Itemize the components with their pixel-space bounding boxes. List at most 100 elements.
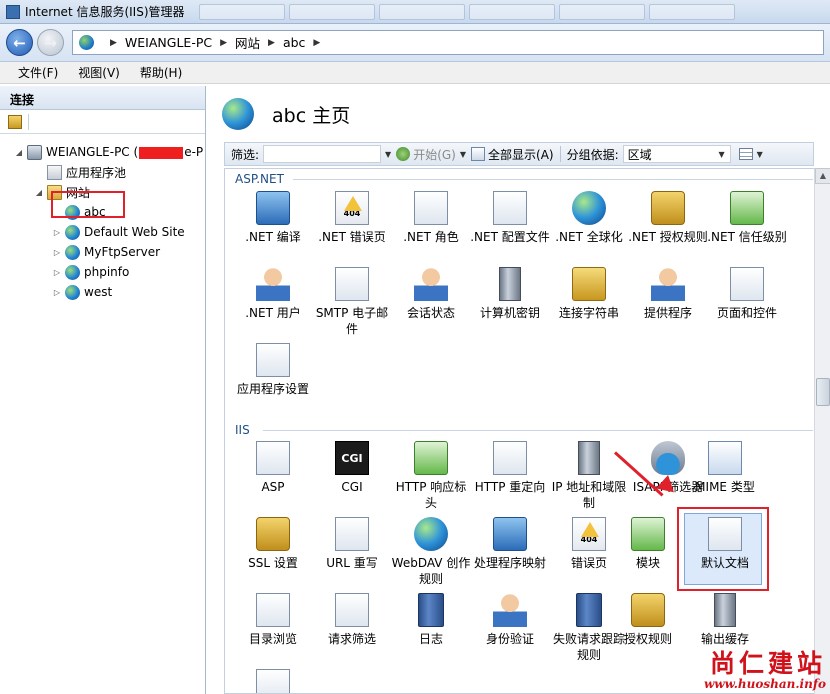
feature-request-filtering[interactable]: 请求筛选 — [312, 593, 392, 647]
watermark: 尚仁建站 www.huoshan.info — [704, 649, 826, 692]
collapse-icon[interactable]: ◢ — [14, 148, 24, 157]
modules-icon — [631, 517, 665, 551]
feature-net-globalization[interactable]: .NET 全球化 — [549, 191, 629, 245]
globalization-globe-icon — [572, 191, 606, 225]
back-button[interactable]: ← — [6, 29, 33, 56]
feature-cgi[interactable]: CGI CGI — [312, 441, 392, 495]
feature-label: .NET 编译 — [245, 230, 301, 244]
failed-request-icon — [576, 593, 602, 627]
feature-connection-strings[interactable]: 连接字符串 — [549, 267, 629, 321]
page-title: abc 主页 — [272, 104, 351, 127]
feature-url-rewrite[interactable]: URL 重写 — [312, 517, 392, 571]
chevron-right-icon[interactable]: ▶ — [268, 38, 275, 48]
feature-handler-mappings[interactable]: 处理程序映射 — [470, 517, 550, 571]
start-button[interactable]: 开始(G) — [413, 146, 456, 163]
forward-button[interactable]: → — [37, 29, 64, 56]
feature-net-profile[interactable]: .NET 配置文件 — [470, 191, 550, 245]
feature-mime-types[interactable]: MIME 类型 — [685, 441, 765, 495]
feature-label: IP 地址和域限制 — [551, 480, 627, 510]
pages-controls-icon — [730, 267, 764, 301]
tree-label-default-web-site: Default Web Site — [84, 225, 185, 239]
show-all-icon — [471, 147, 486, 161]
tree-label-app-pools: 应用程序池 — [66, 165, 127, 180]
feature-ssl-settings[interactable]: SSL 设置 — [233, 517, 313, 571]
scroll-up-icon[interactable]: ▲ — [815, 168, 830, 184]
breadcrumb-server[interactable]: WEIANGLE-PC — [125, 35, 212, 50]
feature-providers[interactable]: 提供程序 — [628, 267, 708, 321]
feature-label: WebDAV 创作规则 — [391, 556, 471, 586]
feature-net-compilation[interactable]: .NET 编译 — [233, 191, 313, 245]
tree-node-myftpserver[interactable]: ▷ MyFtpServer — [0, 242, 205, 262]
feature-smtp-email[interactable]: SMTP 电子邮件 — [312, 267, 392, 337]
feature-machine-key[interactable]: 计算机密钥 — [470, 267, 550, 321]
vertical-scrollbar[interactable]: ▲ — [814, 168, 830, 694]
feature-app-settings[interactable]: 应用程序设置 — [233, 343, 313, 397]
watermark-title: 尚仁建站 — [709, 649, 826, 678]
breadcrumb-sites[interactable]: 网站 — [235, 33, 260, 52]
feature-directory-browsing[interactable]: 目录浏览 — [233, 593, 313, 647]
show-all-button[interactable]: 全部显示(A) — [488, 146, 554, 163]
server-name: WEIANGLE-PC ( — [46, 145, 139, 159]
feature-logging[interactable]: 日志 — [391, 593, 471, 647]
scroll-thumb[interactable] — [816, 378, 830, 406]
feature-label: .NET 配置文件 — [470, 230, 550, 244]
breadcrumb-abc[interactable]: abc — [283, 35, 305, 50]
filter-input[interactable] — [263, 145, 382, 163]
collapse-icon[interactable]: ◢ — [34, 188, 44, 197]
error-page-404-icon: 404 — [335, 191, 369, 225]
expand-icon[interactable]: ▷ — [52, 268, 62, 277]
menu-help[interactable]: 帮助(H) — [140, 64, 182, 81]
feature-label: 模块 — [635, 556, 660, 570]
tree-node-west[interactable]: ▷ west — [0, 282, 205, 302]
ghost-tab — [288, 3, 375, 20]
feature-partial-next-row[interactable] — [233, 669, 313, 693]
go-icon — [396, 147, 411, 161]
feature-output-caching[interactable]: 输出缓存 — [685, 593, 765, 647]
feature-authentication[interactable]: 身份验证 — [470, 593, 550, 647]
view-mode-dropdown-icon[interactable]: ▼ — [757, 150, 763, 159]
ghost-tab — [648, 3, 735, 20]
connect-icon[interactable] — [8, 114, 22, 129]
iis-app-icon — [6, 4, 20, 19]
feature-http-response-headers[interactable]: HTTP 响应标头 — [391, 441, 471, 511]
expand-icon[interactable]: ▷ — [52, 248, 62, 257]
tree-node-default-web-site[interactable]: ▷ Default Web Site — [0, 222, 205, 242]
directory-browsing-icon — [256, 593, 290, 627]
feature-modules[interactable]: 模块 — [608, 517, 688, 571]
feature-label: 应用程序设置 — [236, 382, 309, 396]
feature-asp[interactable]: ASP — [233, 441, 313, 495]
view-mode-icon[interactable] — [738, 148, 753, 160]
feature-net-trust-levels[interactable]: .NET 信任级别 — [707, 191, 787, 245]
menu-file[interactable]: 文件(F) — [18, 64, 58, 81]
handler-mappings-icon — [493, 517, 527, 551]
tree-node-server[interactable]: ◢ WEIANGLE-PC (e-P — [0, 142, 205, 162]
chevron-right-icon[interactable]: ▶ — [220, 38, 227, 48]
start-dropdown-icon[interactable]: ▼ — [460, 150, 466, 159]
chevron-right-icon[interactable]: ▶ — [313, 38, 320, 48]
feature-net-authorization-rules[interactable]: .NET 授权规则 — [628, 191, 708, 245]
feature-pages-and-controls[interactable]: 页面和控件 — [707, 267, 787, 321]
providers-icon — [651, 267, 685, 301]
menu-view[interactable]: 视图(V) — [78, 64, 120, 81]
chevron-right-icon[interactable]: ▶ — [110, 38, 117, 48]
group-by-select[interactable]: 区域 ▼ — [622, 145, 731, 163]
connections-tree: ◢ WEIANGLE-PC (e-P 应用程序池 ◢ 网站 abc ▷ Defa… — [0, 134, 205, 302]
highlight-box-mime — [677, 507, 769, 591]
feature-session-state[interactable]: 会话状态 — [391, 267, 471, 321]
feature-net-roles[interactable]: .NET 角色 — [391, 191, 471, 245]
filter-dropdown-icon[interactable]: ▼ — [385, 150, 391, 159]
tree-node-phpinfo[interactable]: ▷ phpinfo — [0, 262, 205, 282]
title-bar: Internet 信息服务(IIS)管理器 — [0, 0, 830, 24]
expand-icon[interactable]: ▷ — [52, 228, 62, 237]
feature-authorization-rules[interactable]: 授权规则 — [608, 593, 688, 647]
feature-webdav-authoring-rules[interactable]: WebDAV 创作规则 — [391, 517, 471, 587]
breadcrumb[interactable]: ▶ WEIANGLE-PC ▶ 网站 ▶ abc ▶ — [72, 30, 824, 55]
feature-net-users[interactable]: .NET 用户 — [233, 267, 313, 321]
feature-net-error-pages[interactable]: 404 .NET 错误页 — [312, 191, 392, 245]
app-settings-icon — [256, 343, 290, 377]
feature-http-redirect[interactable]: HTTP 重定向 — [470, 441, 550, 495]
tree-node-app-pools[interactable]: 应用程序池 — [0, 162, 205, 182]
group-by-value: 区域 — [627, 147, 652, 162]
expand-icon[interactable]: ▷ — [52, 288, 62, 297]
feature-label: SSL 设置 — [248, 556, 298, 570]
